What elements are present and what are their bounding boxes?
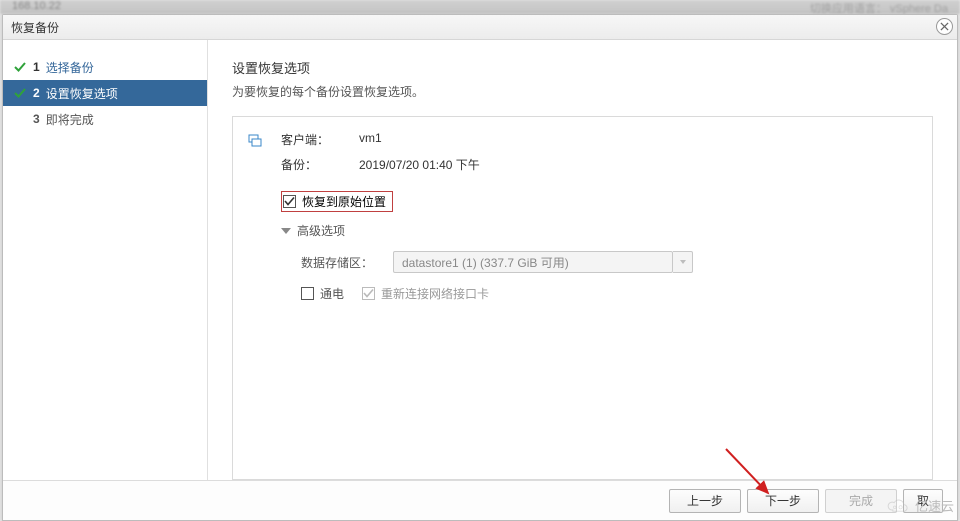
power-on-checkbox[interactable]: [301, 287, 314, 300]
dialog-title: 恢复备份: [11, 19, 59, 36]
datastore-selected-value: datastore1 (1) (337.7 GiB 可用): [402, 254, 569, 271]
wizard-main: 设置恢复选项 为要恢复的每个备份设置恢复选项。 客户端： vm1 备份： 201…: [208, 40, 957, 480]
bg-right-text: 切换应用语言： vSphere Da: [810, 0, 948, 14]
page-heading: 设置恢复选项: [232, 58, 933, 77]
cloud-icon: [885, 497, 911, 515]
chevron-down-icon: [679, 258, 687, 266]
step-number: 2: [33, 86, 40, 100]
bg-left-text: 168.10.22: [12, 0, 61, 14]
backup-label: 备份：: [281, 156, 341, 173]
wizard-step-1[interactable]: 1 选择备份: [3, 54, 207, 80]
reconnect-nic-checkbox: [362, 287, 375, 300]
step-number: 1: [33, 60, 40, 74]
step-label: 设置恢复选项: [46, 85, 118, 102]
client-value: vm1: [359, 131, 480, 148]
next-button[interactable]: 下一步: [747, 489, 819, 513]
background-menu-bar: 168.10.22 切换应用语言： vSphere Da: [0, 0, 960, 14]
checkmark-icon: [13, 86, 27, 100]
restore-original-row: 恢复到原始位置: [281, 191, 912, 212]
step-label: 即将完成: [46, 111, 94, 128]
client-info-row: 客户端： vm1 备份： 2019/07/20 01:40 下午: [247, 131, 912, 173]
power-label: 通电: [320, 285, 344, 302]
wizard-sidebar: 1 选择备份 2 设置恢复选项 3 即将完成: [3, 40, 208, 480]
dialog-close-button[interactable]: [936, 18, 953, 35]
client-label: 客户端：: [281, 131, 341, 148]
reconnect-nic-label: 重新连接网络接口卡: [381, 285, 489, 302]
wizard-step-3: 3 即将完成: [3, 106, 207, 132]
checkmark-icon: [13, 60, 27, 74]
power-row: 通电 重新连接网络接口卡: [301, 285, 912, 302]
dialog-body: 1 选择备份 2 设置恢复选项 3 即将完成 设置恢复选项 为要恢复的每个备份设…: [3, 40, 957, 480]
reconnect-nic-group: 重新连接网络接口卡: [362, 285, 489, 302]
watermark-text: 亿速云: [915, 496, 954, 515]
datastore-row: 数据存储区： datastore1 (1) (337.7 GiB 可用): [301, 251, 912, 273]
restore-original-checkbox[interactable]: [283, 195, 296, 208]
dialog-title-bar: 恢复备份: [3, 15, 957, 40]
datastore-dropdown[interactable]: datastore1 (1) (337.7 GiB 可用): [393, 251, 673, 273]
chevron-down-icon: [281, 228, 291, 234]
back-button[interactable]: 上一步: [669, 489, 741, 513]
page-subheading: 为要恢复的每个备份设置恢复选项。: [232, 83, 933, 100]
datastore-dropdown-caret[interactable]: [673, 251, 693, 273]
watermark: 亿速云: [885, 496, 954, 515]
wizard-step-2[interactable]: 2 设置恢复选项: [3, 80, 207, 106]
advanced-label: 高级选项: [297, 222, 345, 239]
step-label: 选择备份: [46, 59, 94, 76]
close-icon: [940, 22, 949, 31]
advanced-options-toggle[interactable]: 高级选项: [281, 222, 912, 239]
restore-original-label: 恢复到原始位置: [302, 193, 386, 210]
vm-icon: [247, 133, 263, 149]
dialog-footer: 上一步 下一步 完成 取: [3, 480, 957, 520]
step-number: 3: [33, 112, 40, 126]
restore-backup-dialog: 恢复备份 1 选择备份 2 设置恢复选项 3 即将完成 设置恢复选项: [2, 14, 958, 521]
options-panel: 客户端： vm1 备份： 2019/07/20 01:40 下午 恢复到原始位置: [232, 116, 933, 480]
highlight-annotation: 恢复到原始位置: [281, 191, 393, 212]
datastore-label: 数据存储区：: [301, 254, 393, 271]
backup-value: 2019/07/20 01:40 下午: [359, 156, 480, 173]
